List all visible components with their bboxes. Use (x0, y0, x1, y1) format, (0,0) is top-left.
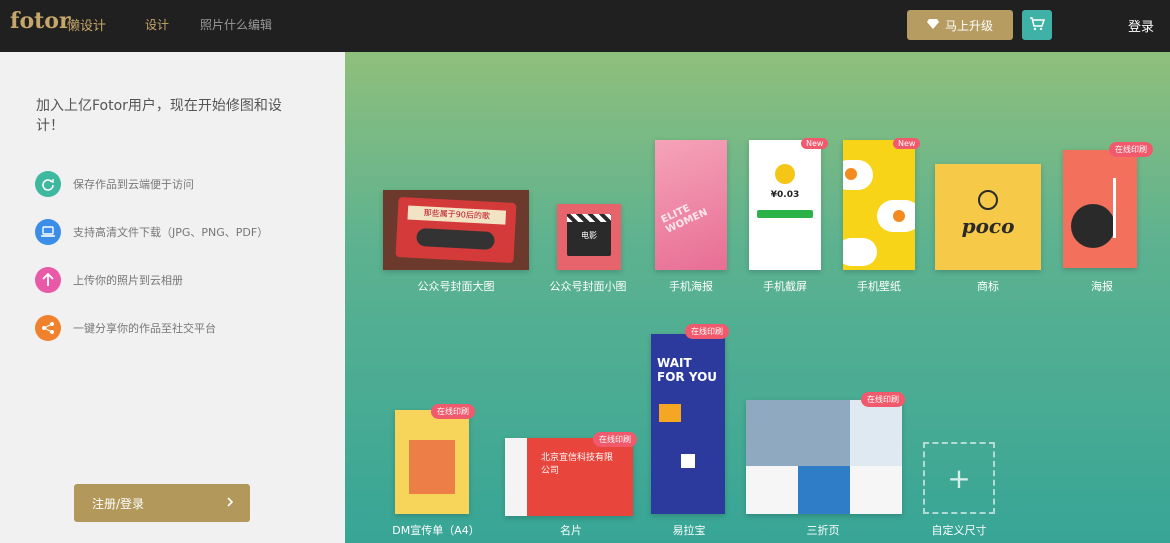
top-bar: fotor 懒设计 设计 照片什么编辑 马上升级 登录 (0, 0, 1170, 52)
new-badge: New (893, 138, 921, 149)
plus-icon: + (947, 461, 971, 495)
thumb-headline: WAIT FOR YOU (657, 356, 718, 384)
template-custom-size[interactable]: + 自定义尺寸 (915, 442, 1005, 538)
upgrade-label: 马上升级 (944, 18, 993, 33)
upload-icon (35, 267, 61, 293)
template-thumbnail: 那些属于90后的歌 (383, 190, 529, 270)
template-label: DM宣传单（A4） (392, 524, 480, 537)
share-icon (35, 315, 61, 341)
template-label: 商标 (977, 280, 999, 293)
template-dm-flyer[interactable]: 在线印刷 DM宣传单（A4） (391, 404, 481, 538)
signup-sidebar: 加入上亿Fotor用户，现在开始修图和设计！ 保存作品到云端便于访问 支持高清文… (0, 52, 345, 543)
template-rollup-banner[interactable]: WAIT FOR YOU 在线印刷 易拉宝 (649, 324, 741, 538)
template-label: 自定义尺寸 (931, 524, 987, 537)
logo-subtitle: 懒设计 (67, 19, 107, 34)
feature-text: 一键分享你的作品至社交平台 (73, 322, 216, 335)
template-label: 公众号封面大图 (417, 280, 495, 293)
template-thumbnail (843, 140, 915, 270)
template-label: 海报 (1091, 280, 1113, 293)
thumb-company: 北京宜信科技有限公司 (541, 453, 614, 476)
thumb-brand: poco (961, 214, 1015, 238)
template-poster[interactable]: 在线印刷 海报 (1057, 142, 1157, 294)
print-online-badge: 在线印刷 (1109, 142, 1153, 157)
login-link[interactable]: 登录 (1128, 16, 1154, 35)
upgrade-button[interactable]: 马上升级 (907, 10, 1013, 40)
template-label: 手机海报 (669, 280, 713, 293)
template-label: 手机截屏 (763, 280, 807, 293)
print-online-badge: 在线印刷 (431, 404, 475, 419)
template-thumbnail (746, 400, 902, 514)
thumb-amount: ¥0.03 (770, 190, 800, 200)
new-badge: New (801, 138, 829, 149)
template-logo[interactable]: poco 商标 (935, 164, 1041, 294)
template-wechat-cover-small[interactable]: 电影 公众号封面小图 (543, 204, 633, 294)
feature-text: 保存作品到云端便于访问 (73, 178, 194, 191)
template-thumbnail: 电影 (557, 204, 621, 270)
template-label: 三折页 (806, 524, 840, 537)
feature-cloud-save: 保存作品到云端便于访问 (35, 170, 194, 198)
template-thumbnail (1063, 150, 1137, 268)
fotor-logo[interactable]: fotor (10, 8, 71, 34)
template-thumbnail: ¥0.03 (749, 140, 821, 270)
register-login-button[interactable]: 注册/登录 (74, 484, 250, 522)
template-label: 易拉宝 (672, 524, 706, 537)
thumb-title: 那些属于90后的歌 (407, 205, 507, 225)
feature-share-social: 一键分享你的作品至社交平台 (35, 314, 216, 342)
template-mobile-screenshot[interactable]: ¥0.03 New 手机截屏 (747, 138, 829, 294)
template-gallery: 那些属于90后的歌 公众号封面大图 电影 公众号封面小图 ELITE WOMEN… (345, 52, 1170, 543)
custom-size-box: + (923, 442, 995, 514)
feature-text: 支持高清文件下载（JPG、PNG、PDF） (73, 226, 269, 239)
template-thumbnail: ELITE WOMEN (655, 140, 727, 270)
feature-upload-album: 上传你的照片到云相册 (35, 266, 183, 294)
template-label: 名片 (560, 524, 582, 537)
template-trifold[interactable]: 在线印刷 三折页 (745, 392, 915, 538)
template-label: 公众号封面小图 (549, 280, 627, 293)
diamond-icon (926, 18, 939, 32)
chevron-right-icon (226, 496, 234, 510)
register-label: 注册/登录 (92, 496, 145, 511)
print-online-badge: 在线印刷 (861, 392, 905, 407)
feature-hd-download: 支持高清文件下载（JPG、PNG、PDF） (35, 218, 268, 246)
template-thumbnail: WAIT FOR YOU (651, 334, 725, 514)
template-business-card[interactable]: 北京宜信科技有限公司 在线印刷 名片 (503, 432, 641, 538)
intro-text: 加入上亿Fotor用户，现在开始修图和设计！ (36, 98, 282, 134)
cart-icon (1029, 16, 1046, 35)
print-online-badge: 在线印刷 (685, 324, 729, 339)
template-thumbnail: poco (935, 164, 1041, 270)
nav-design[interactable]: 设计 (145, 16, 169, 33)
sync-icon (35, 171, 61, 197)
template-mobile-poster[interactable]: ELITE WOMEN 手机海报 (654, 140, 728, 294)
feature-text: 上传你的照片到云相册 (73, 274, 183, 287)
template-label: 手机壁纸 (857, 280, 901, 293)
template-thumbnail: 北京宜信科技有限公司 (505, 438, 633, 516)
print-online-badge: 在线印刷 (593, 432, 637, 447)
thumb-title: 电影 (581, 231, 597, 240)
laptop-icon (35, 219, 61, 245)
cart-button[interactable] (1022, 10, 1052, 40)
template-mobile-wallpaper[interactable]: New 手机壁纸 (841, 138, 921, 294)
thumb-title: ELITE WOMEN (659, 202, 710, 236)
nav-photo-edit[interactable]: 照片什么编辑 (200, 16, 272, 33)
template-wechat-cover-large[interactable]: 那些属于90后的歌 公众号封面大图 (383, 190, 529, 294)
template-thumbnail (395, 410, 469, 514)
